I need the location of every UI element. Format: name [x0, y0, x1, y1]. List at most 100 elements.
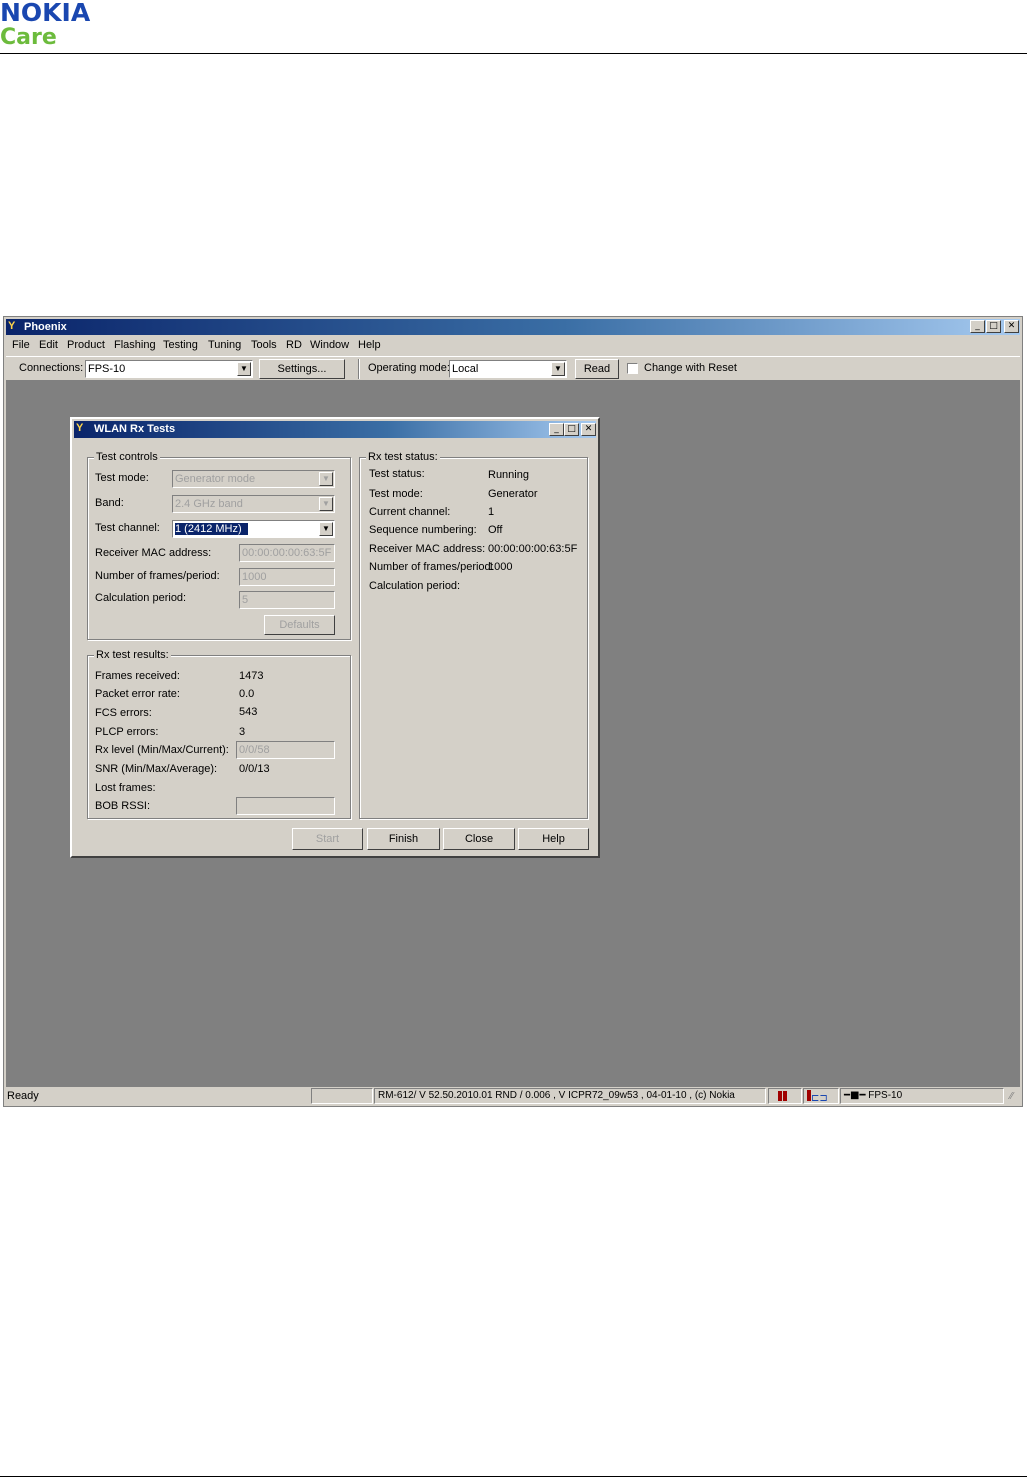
maximize-icon[interactable]: □ [986, 320, 1001, 333]
close-icon[interactable]: ✕ [581, 423, 596, 436]
status-receiver-mac-value: 00:00:00:00:63:5F [488, 543, 578, 555]
status-led-icon [783, 1091, 787, 1101]
receiver-mac-label: Receiver MAC address: [95, 547, 212, 559]
minimize-icon[interactable]: _ [970, 320, 985, 333]
status-calc-period-label: Calculation period: [369, 580, 461, 592]
start-button[interactable]: Start [292, 828, 363, 850]
status-ready: Ready [7, 1090, 39, 1102]
fcs-errors-value: 543 [239, 706, 258, 718]
operating-mode-value: Local [452, 363, 479, 375]
chevron-down-icon[interactable]: ▼ [319, 472, 333, 486]
test-channel-label: Test channel: [95, 522, 160, 534]
change-with-reset-checkbox[interactable] [627, 363, 638, 374]
band-label: Band: [95, 497, 124, 509]
chevron-down-icon[interactable]: ▼ [551, 362, 565, 376]
band-select[interactable]: 2.4 GHz band ▼ [172, 495, 335, 513]
header-divider [0, 53, 1027, 54]
rx-test-results-title: Rx test results: [94, 649, 171, 661]
packet-error-rate-value: 0.0 [239, 688, 255, 700]
status-receiver-mac-label: Receiver MAC address: [369, 543, 486, 555]
operating-mode-select[interactable]: Local ▼ [449, 360, 567, 378]
status-version: RM-612/ V 52.50.2010.01 RND / 0.006 , V … [374, 1088, 766, 1104]
nokia-logo: NOKIA [0, 0, 91, 27]
operating-mode-label: Operating mode: [368, 362, 450, 374]
current-channel-value: 1 [488, 506, 495, 518]
dialog-titlebar[interactable]: Y WLAN Rx Tests _ □ ✕ [74, 421, 596, 438]
test-channel-select[interactable]: 1 (2412 MHz) ▼ [172, 520, 335, 538]
wlan-rx-tests-dialog: Y WLAN Rx Tests _ □ ✕ Test controls Test… [70, 417, 600, 858]
status-empty-pane [311, 1088, 373, 1104]
status-connection-pane: ━■━ FPS-10 [840, 1088, 1004, 1104]
status-led-icon [778, 1091, 782, 1101]
test-mode-label: Test mode: [95, 472, 149, 484]
menu-product[interactable]: Product [67, 339, 105, 351]
rx-level-field[interactable]: 0/0/58 [236, 741, 335, 759]
menu-flashing[interactable]: Flashing [114, 339, 156, 351]
receiver-mac-field[interactable]: 00:00:00:00:63:5F [239, 544, 335, 562]
calc-period-label: Calculation period: [95, 592, 187, 604]
frames-received-value: 1473 [239, 670, 264, 682]
close-icon[interactable]: ✕ [1004, 320, 1019, 333]
finish-button[interactable]: Finish [367, 828, 440, 850]
maximize-icon[interactable]: □ [564, 423, 579, 436]
sequence-numbering-label: Sequence numbering: [369, 524, 477, 536]
connections-select[interactable]: FPS-10 ▼ [85, 360, 253, 378]
test-mode-select[interactable]: Generator mode ▼ [172, 470, 335, 488]
status-frames-period-value: 1000 [488, 561, 513, 573]
status-bar: Ready RM-612/ V 52.50.2010.01 RND / 0.00… [6, 1087, 1020, 1105]
menu-testing[interactable]: Testing [163, 339, 198, 351]
menu-window[interactable]: Window [310, 339, 349, 351]
snr-label: SNR (Min/Max/Average): [95, 763, 218, 775]
status-test-mode-label: Test mode: [369, 488, 423, 500]
connections-label: Connections: [19, 362, 84, 374]
menu-edit[interactable]: Edit [39, 339, 58, 351]
test-controls-group: Test controls Test mode: Generator mode … [87, 451, 351, 640]
sequence-numbering-value: Off [488, 524, 503, 536]
menu-file[interactable]: File [12, 339, 30, 351]
plcp-errors-label: PLCP errors: [95, 726, 159, 738]
calc-period-field[interactable]: 5 [239, 591, 335, 609]
resize-grip-icon[interactable]: ⁄⁄ [1010, 1091, 1013, 1102]
rx-level-label: Rx level (Min/Max/Current): [95, 744, 229, 756]
phoenix-app-icon: Y [76, 422, 84, 434]
window-titlebar[interactable]: Y Phoenix _ □ ✕ [6, 319, 1020, 335]
toolbar-separator [358, 359, 360, 379]
status-connection-icon-pane: ⊏⊐ [803, 1088, 839, 1104]
test-status-label: Test status: [369, 468, 425, 480]
status-connection: FPS-10 [868, 1090, 903, 1101]
test-channel-value: 1 (2412 MHz) [175, 523, 248, 535]
device-icon: ⊏⊐ [811, 1093, 828, 1104]
lost-frames-label: Lost frames: [95, 782, 156, 794]
chevron-down-icon[interactable]: ▼ [319, 497, 333, 511]
menu-tools[interactable]: Tools [251, 339, 277, 351]
help-button[interactable]: Help [518, 828, 589, 850]
fcs-errors-label: FCS errors: [95, 707, 152, 719]
chevron-down-icon[interactable]: ▼ [319, 522, 333, 536]
phoenix-app-icon: Y [8, 320, 16, 332]
test-mode-value: Generator mode [175, 473, 256, 485]
close-button[interactable]: Close [443, 828, 515, 850]
care-logo: Care [0, 25, 57, 50]
bob-rssi-label: BOB RSSI: [95, 800, 151, 812]
defaults-button[interactable]: Defaults [264, 615, 335, 635]
bob-rssi-field[interactable] [236, 797, 335, 815]
window-title: Phoenix [24, 321, 67, 333]
menu-tuning[interactable]: Tuning [208, 339, 241, 351]
minimize-icon[interactable]: _ [549, 423, 564, 436]
frames-received-label: Frames received: [95, 670, 180, 682]
snr-value: 0/0/13 [239, 763, 270, 775]
current-channel-label: Current channel: [369, 506, 451, 518]
plcp-errors-value: 3 [239, 726, 246, 738]
menu-bar: File Edit Product Flashing Testing Tunin… [6, 337, 1020, 355]
dialog-title: WLAN Rx Tests [94, 423, 176, 435]
footer-divider [0, 1476, 1027, 1477]
frames-period-field[interactable]: 1000 [239, 568, 335, 586]
menu-help[interactable]: Help [358, 339, 381, 351]
chevron-down-icon[interactable]: ▼ [237, 362, 251, 376]
test-controls-title: Test controls [94, 451, 160, 463]
toolbar: Connections: FPS-10 ▼ Settings... Operat… [6, 356, 1020, 381]
change-with-reset-label: Change with Reset [644, 362, 737, 374]
settings-button[interactable]: Settings... [259, 359, 345, 379]
read-button[interactable]: Read [575, 359, 619, 379]
menu-rd[interactable]: RD [286, 339, 302, 351]
